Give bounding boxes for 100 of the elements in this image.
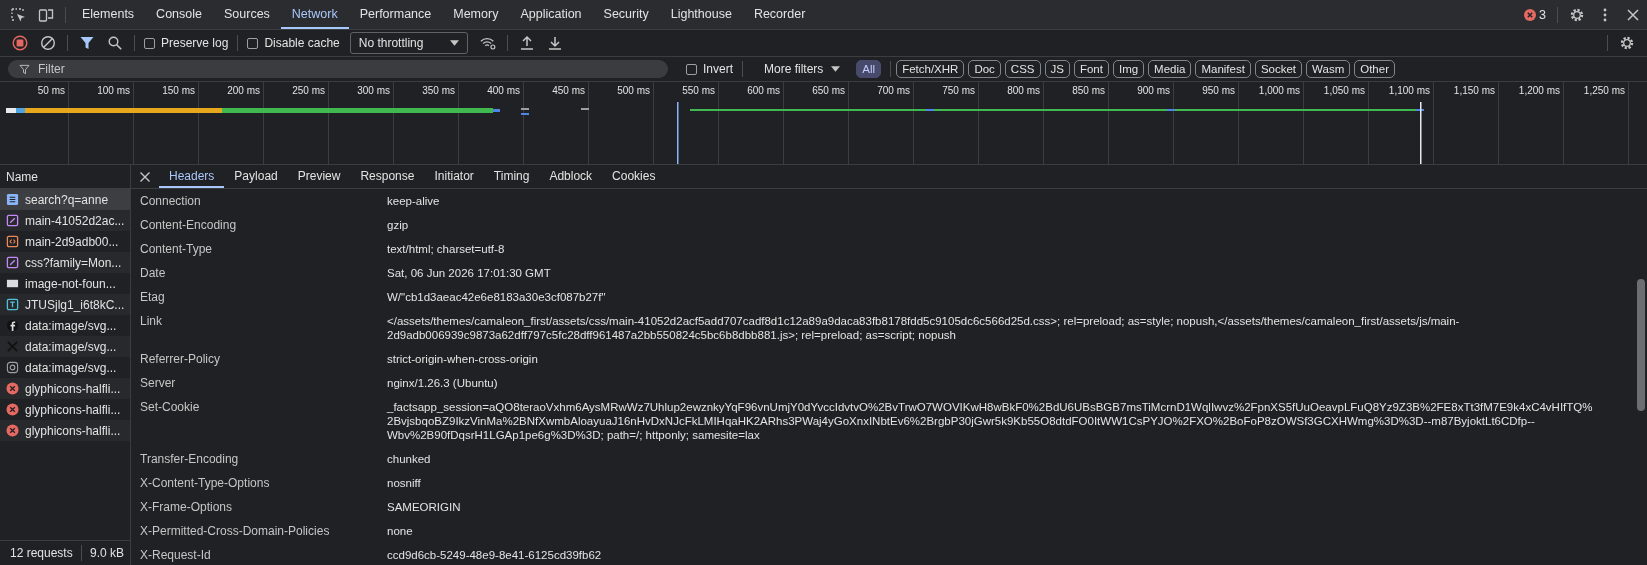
header-value: keep-alive [387,194,441,208]
preserve-log-checkbox[interactable] [144,37,155,49]
upload-icon[interactable] [518,35,535,51]
camera-icon [6,361,19,374]
settings-icon[interactable] [1619,35,1635,51]
header-value: none [387,524,414,538]
type-filter-chip[interactable]: Font [1073,60,1109,78]
request-name: main-2d9adb00... [25,234,119,249]
time-tick: 300 ms [357,85,390,96]
request-row[interactable]: search?q=anne [0,189,130,210]
time-tick: 650 ms [812,85,845,96]
request-count: 12 requests [10,546,73,560]
header-name: Referrer-Policy [139,352,221,366]
header-name: Transfer-Encoding [139,452,240,466]
panel-tab[interactable]: Lighthouse [659,0,743,29]
panel-tab[interactable]: Recorder [742,0,817,29]
time-tick: 150 ms [162,85,195,96]
type-filter-chip[interactable]: Doc [968,60,1001,78]
disable-cache-checkbox[interactable] [247,37,259,49]
type-filter-chip[interactable]: Other [1354,60,1395,78]
type-filter-chip[interactable]: JS [1044,60,1070,78]
request-row[interactable]: main-41052d2ac... [0,210,130,231]
header-name: X-Request-Id [139,548,212,562]
request-row[interactable]: css?family=Mon... [0,252,130,273]
stylesheet-icon [6,256,19,269]
type-filter-chip[interactable]: Wasm [1306,60,1351,78]
close-icon[interactable] [1625,6,1641,23]
type-filter-chip[interactable]: Socket [1254,60,1303,78]
network-conditions-icon[interactable] [479,35,496,51]
invert-label: Invert [703,62,733,76]
request-row[interactable]: data:image/svg... [0,336,130,357]
time-tick: 900 ms [1137,85,1170,96]
close-icon[interactable] [139,170,151,183]
detail-tab[interactable]: Preview [287,165,351,188]
type-filter-chip[interactable]: All [856,60,882,78]
panel-tab[interactable]: Elements [71,0,146,29]
time-tick: 100 ms [97,85,130,96]
transferred-size: 9.0 kB [89,546,124,560]
error-icon [6,424,19,437]
time-tick: 400 ms [487,85,520,96]
header-value: nosniff [387,476,422,490]
search-icon[interactable] [107,35,123,51]
download-icon[interactable] [546,35,563,51]
detail-tab[interactable]: Cookies [602,165,666,188]
panel-tab[interactable]: Security [592,0,660,29]
header-name: Content-Type [139,242,214,256]
inspect-icon[interactable] [10,6,26,23]
record-stop-icon[interactable] [12,35,28,51]
header-value: text/html; charset=utf-8 [387,242,506,256]
panel-tab[interactable]: Sources [213,0,281,29]
disable-cache-label: Disable cache [264,36,340,50]
time-tick: 1,000 ms [1258,85,1300,96]
error-count[interactable]: 3 [1539,7,1546,22]
detail-tab[interactable]: Adblock [539,165,603,188]
panel-tab[interactable]: Memory [442,0,510,29]
type-filter-chip[interactable]: Img [1112,60,1145,78]
time-tick: 750 ms [942,85,975,96]
panel-tab[interactable]: Console [145,0,213,29]
type-filter-chip[interactable]: Fetch/XHR [896,60,965,78]
request-row[interactable]: JTUSjlg1_i6t8kC... [0,294,130,315]
time-tick: 850 ms [1072,85,1105,96]
time-tick: 800 ms [1007,85,1040,96]
detail-tab[interactable]: Initiator [424,165,484,188]
clear-icon[interactable] [40,35,56,51]
header-value: SAMEORIGIN [387,500,462,514]
header-name: Content-Encoding [139,218,238,232]
panel-tab[interactable]: Performance [348,0,443,29]
request-row[interactable]: glyphicons-halfli... [0,420,130,441]
type-filter-chip[interactable]: CSS [1004,60,1041,78]
type-filter-chip[interactable]: Manifest [1195,60,1251,78]
time-tick: 1,050 ms [1323,85,1365,96]
device-toolbar-icon[interactable] [38,6,54,23]
filter-field[interactable]: Filter [8,60,668,78]
time-tick: 450 ms [552,85,585,96]
detail-tab[interactable]: Headers [159,165,225,188]
time-tick: 1,100 ms [1388,85,1430,96]
preserve-log-label: Preserve log [161,36,229,50]
header-name: Etag [139,290,166,304]
header-name: Date [139,266,167,280]
panel-tab[interactable]: Application [509,0,593,29]
detail-tab[interactable]: Timing [483,165,540,188]
detail-tab[interactable]: Response [350,165,425,188]
document-icon [6,193,19,206]
throttling-select[interactable]: No throttling [349,32,468,54]
header-name: Link [139,314,163,330]
filter-icon[interactable] [79,35,95,51]
time-tick: 600 ms [747,85,780,96]
request-row[interactable]: glyphicons-halfli... [0,378,130,399]
caret-icon [831,66,841,72]
detail-tab[interactable]: Payload [224,165,288,188]
more-filters-dropdown[interactable]: More filters [758,61,847,77]
invert-checkbox[interactable] [686,63,697,75]
caret-icon [449,40,459,46]
request-name: JTUSjlg1_i6t8kC... [25,297,125,312]
request-name: data:image/svg... [25,360,117,375]
header-name: Connection [139,194,202,208]
header-name: X-Permitted-Cross-Domain-Policies [139,524,331,538]
request-name: main-41052d2ac... [25,213,125,228]
settings-icon[interactable] [1569,6,1585,23]
type-filter-chip[interactable]: Media [1148,60,1192,78]
